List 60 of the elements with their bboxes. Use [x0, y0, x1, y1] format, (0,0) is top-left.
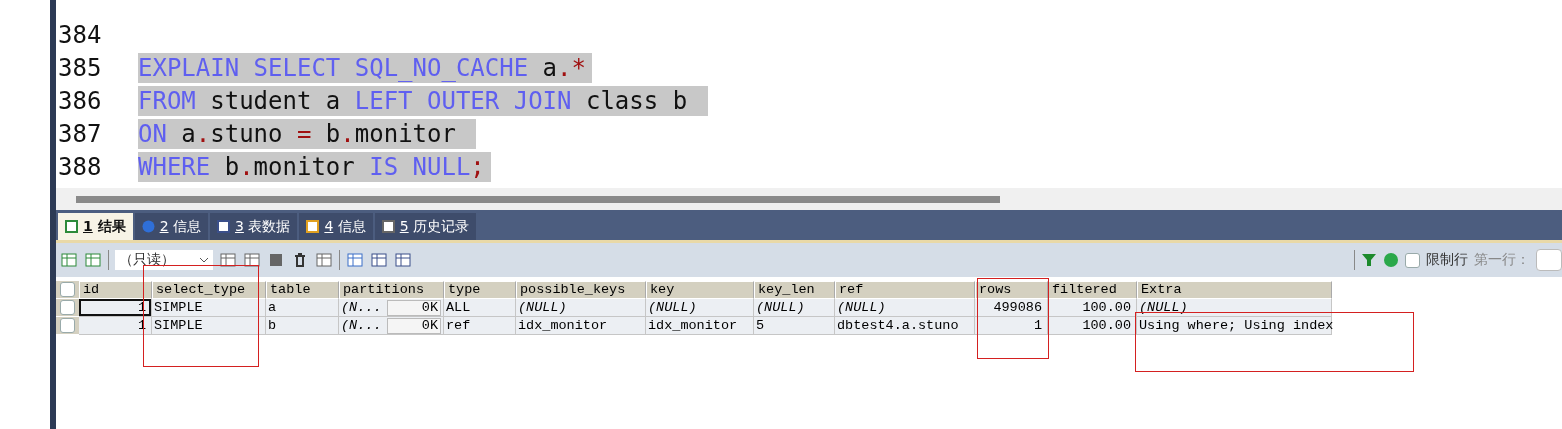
table-cell: ALL	[444, 299, 516, 317]
table-cell: idx_monitor	[646, 317, 754, 335]
caret-icon	[199, 257, 209, 263]
line-number: 388	[57, 152, 103, 181]
line-number: 386	[57, 86, 103, 115]
grid-view-icon[interactable]	[346, 251, 364, 269]
table-cell: (N...	[341, 317, 382, 334]
table-cell: b	[266, 317, 339, 335]
column-header[interactable]: key_len	[754, 281, 835, 299]
result-tab[interactable]: 1 结果	[58, 213, 133, 240]
result-tab[interactable]: 3 表数据	[210, 213, 298, 240]
table-cell: idx_monitor	[516, 317, 646, 335]
select-all-checkbox[interactable]	[60, 282, 75, 297]
first-row-label: 第一行：	[1474, 251, 1530, 269]
table-cell: 1	[975, 317, 1048, 335]
row-checkbox[interactable]	[60, 318, 75, 333]
limit-rows-checkbox[interactable]	[1405, 252, 1420, 268]
row-checkbox[interactable]	[60, 300, 75, 315]
table-cell: dbtest4.a.stuno	[835, 317, 975, 335]
scrollbar-thumb[interactable]	[76, 195, 1000, 203]
table-cell: a	[266, 299, 339, 317]
size-cell: 0K	[387, 317, 441, 334]
table-cell: (NULL)	[1137, 299, 1332, 317]
column-header[interactable]: Extra	[1137, 281, 1332, 299]
column-header[interactable]: rows	[975, 281, 1048, 299]
table-cell: 5	[754, 317, 835, 335]
table-cell: SIMPLE	[152, 299, 266, 317]
table-cell: Using where; Using index	[1137, 317, 1332, 335]
column-header[interactable]: partitions	[339, 281, 444, 299]
table-cell: 499086	[975, 299, 1048, 317]
grid-add-icon[interactable]	[60, 251, 78, 269]
column-header[interactable]: table	[266, 281, 339, 299]
column-header[interactable]: filtered	[1048, 281, 1137, 299]
column-header[interactable]: id	[79, 281, 152, 299]
table-cell: (NULL)	[835, 299, 975, 317]
table-cell: (NULL)	[754, 299, 835, 317]
column-header[interactable]: key	[646, 281, 754, 299]
table-cell: (NULL)	[516, 299, 646, 317]
column-header[interactable]: select_type	[152, 281, 266, 299]
line-number: 385	[57, 53, 103, 82]
table-cell: (NULL)	[646, 299, 754, 317]
filter-icon[interactable]	[1361, 252, 1377, 268]
table-cell: 100.00	[1048, 299, 1137, 317]
table-cell: SIMPLE	[152, 317, 266, 335]
result-tab[interactable]: 2 信息	[134, 213, 208, 240]
table-cell: (N...	[341, 299, 382, 316]
table-cell: ref	[444, 317, 516, 335]
mode-dropdown[interactable]: （只读）	[115, 250, 213, 270]
result-tab[interactable]: 5 历史记录	[374, 213, 477, 240]
limit-rows-label: 限制行	[1426, 251, 1468, 269]
column-header[interactable]: type	[444, 281, 516, 299]
line-number: 384	[57, 20, 103, 49]
column-header[interactable]: ref	[835, 281, 975, 299]
result-tab[interactable]: 4 信息	[299, 213, 373, 240]
first-row-field[interactable]	[1536, 249, 1562, 271]
column-header[interactable]: possible_keys	[516, 281, 646, 299]
line-number: 387	[57, 119, 103, 148]
table-cell: 100.00	[1048, 317, 1137, 335]
info-icon	[141, 220, 155, 233]
size-cell: 0K	[387, 299, 441, 316]
